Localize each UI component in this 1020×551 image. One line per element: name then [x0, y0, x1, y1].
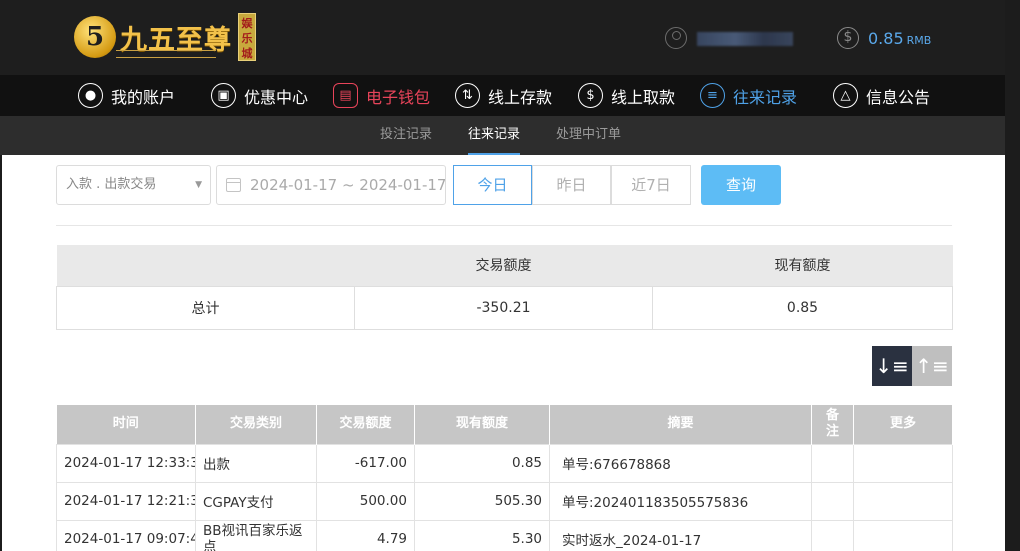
logo-flourish [116, 50, 216, 58]
withdraw-icon: $ [578, 83, 603, 108]
column-header: 交易类别 [195, 405, 317, 444]
column-header: 更多 [853, 405, 953, 444]
nav-online-withdraw[interactable]: $ 线上取款 [578, 75, 675, 116]
balance-display: 0.85 RMB [868, 29, 931, 48]
table-row: 2024-01-17 12:33:38 出款 -617.00 0.85 单号:6… [56, 443, 953, 483]
select-value: 入款 . 出款交易 [66, 177, 157, 192]
table-row: 2024-01-17 09:07:48 BB视讯百家乐返点 4.79 5.30 … [56, 519, 953, 551]
table-row: 2024-01-17 12:21:36 CGPAY支付 500.00 505.3… [56, 481, 953, 521]
dollar-coin-icon: $ [837, 27, 859, 49]
nav-label: 线上存款 [488, 87, 553, 107]
cell-time: 2024-01-17 09:07:48 [56, 519, 196, 551]
records-table: 时间 交易类别 交易额度 现有额度 摘要 备注 更多 2024-01-17 12… [56, 405, 953, 551]
last-7-days-button[interactable]: 近7日 [611, 165, 691, 205]
nav-label: 往来记录 [733, 87, 798, 107]
nav-label: 优惠中心 [244, 87, 309, 107]
query-button[interactable]: 查询 [701, 165, 781, 205]
summary-header-cell: 交易额度 [354, 245, 653, 286]
wallet-icon: ▤ [333, 83, 358, 108]
nav-label: 我的账户 [111, 87, 176, 107]
balance-unit: RMB [906, 34, 932, 47]
cell-note [811, 519, 854, 551]
cell-amount: 500.00 [316, 481, 415, 521]
account-user-icon[interactable] [665, 27, 687, 49]
date-range-value: 2024-01-17 ~ 2024-01-17 [250, 176, 446, 194]
cell-amount: -617.00 [316, 443, 415, 483]
summary-header-row: 交易额度 现有额度 [56, 245, 953, 286]
logo-badge: 娱乐城 [238, 13, 256, 61]
cell-more[interactable] [853, 481, 953, 521]
calendar-icon [226, 178, 241, 192]
main-content: 入款 . 出款交易 ▼ 2024-01-17 ~ 2024-01-17 今日 昨… [2, 155, 1005, 551]
cell-type: 出款 [195, 443, 317, 483]
cell-more[interactable] [853, 519, 953, 551]
summary-header-cell: 现有额度 [652, 245, 953, 286]
nav-promotions[interactable]: ▣ 优惠中心 [211, 75, 308, 116]
chevron-down-icon: ▼ [195, 180, 202, 190]
yesterday-button[interactable]: 昨日 [532, 165, 611, 205]
cell-type: BB视讯百家乐返点 [195, 519, 317, 551]
records-icon: ≡ [700, 83, 725, 108]
nav-label: 电子钱包 [366, 87, 431, 107]
cell-summary: 实时返水_2024-01-17 [549, 519, 812, 551]
sort-asc-icon[interactable]: ↑≡ [912, 346, 952, 386]
transaction-type-select[interactable]: 入款 . 出款交易 ▼ [56, 165, 211, 205]
column-header: 现有额度 [414, 405, 550, 444]
main-nav: ● 我的账户 ▣ 优惠中心 ▤ 电子钱包 ⇅ 线上存款 $ 线上取款 ≡ 往来记… [0, 75, 1005, 116]
cell-type: CGPAY支付 [195, 481, 317, 521]
nav-announcements[interactable]: △ 信息公告 [833, 75, 930, 116]
sort-desc-icon[interactable]: ↓≡ [872, 346, 912, 386]
bell-icon: △ [833, 83, 858, 108]
cell-summary: 单号:202401183505575836 [549, 481, 812, 521]
cell-time: 2024-01-17 12:33:38 [56, 443, 196, 483]
summary-label: 总计 [56, 285, 355, 330]
summary-header-cell [56, 245, 355, 286]
nav-label: 信息公告 [866, 87, 931, 107]
cell-amount: 4.79 [316, 519, 415, 551]
divider [56, 225, 952, 226]
cell-note [811, 481, 854, 521]
masked-username [697, 32, 793, 46]
column-header: 时间 [56, 405, 196, 444]
date-range-input[interactable]: 2024-01-17 ~ 2024-01-17 [216, 165, 446, 205]
column-header: 摘要 [549, 405, 812, 444]
cell-summary: 单号:676678868 [549, 443, 812, 483]
logo-mark: 5 [74, 16, 116, 58]
cell-balance: 0.85 [414, 443, 550, 483]
user-icon: ● [78, 83, 103, 108]
deposit-icon: ⇅ [455, 83, 480, 108]
nav-online-deposit[interactable]: ⇅ 线上存款 [455, 75, 552, 116]
cell-balance: 5.30 [414, 519, 550, 551]
summary-row: 总计 -350.21 0.85 [56, 285, 953, 330]
today-button[interactable]: 今日 [453, 165, 532, 205]
gift-icon: ▣ [211, 83, 236, 108]
summary-transaction-amount: -350.21 [354, 285, 653, 330]
records-header-row: 时间 交易类别 交易额度 现有额度 摘要 备注 更多 [56, 405, 953, 444]
column-header: 交易额度 [316, 405, 415, 444]
tab-transaction-records[interactable]: 往来记录 [468, 116, 521, 155]
page-scrollbar[interactable] [1005, 0, 1020, 551]
tab-pending-orders[interactable]: 处理中订单 [556, 116, 621, 155]
cell-note [811, 443, 854, 483]
sub-nav: 投注记录 往来记录 处理中订单 [0, 116, 1005, 155]
summary-table: 交易额度 现有额度 总计 -350.21 0.85 [56, 245, 953, 330]
top-header: 5 九五至尊 娱乐城 $ 0.85 RMB [0, 0, 1005, 75]
balance-value: 0.85 [868, 29, 904, 48]
cell-balance: 505.30 [414, 481, 550, 521]
cell-more[interactable] [853, 443, 953, 483]
nav-my-account[interactable]: ● 我的账户 [78, 75, 175, 116]
summary-current-balance: 0.85 [652, 285, 953, 330]
nav-e-wallet[interactable]: ▤ 电子钱包 [333, 75, 430, 116]
nav-transaction-records[interactable]: ≡ 往来记录 [700, 75, 797, 116]
column-header: 备注 [811, 405, 854, 444]
tab-bet-records[interactable]: 投注记录 [380, 116, 432, 155]
nav-label: 线上取款 [611, 87, 676, 107]
cell-time: 2024-01-17 12:21:36 [56, 481, 196, 521]
